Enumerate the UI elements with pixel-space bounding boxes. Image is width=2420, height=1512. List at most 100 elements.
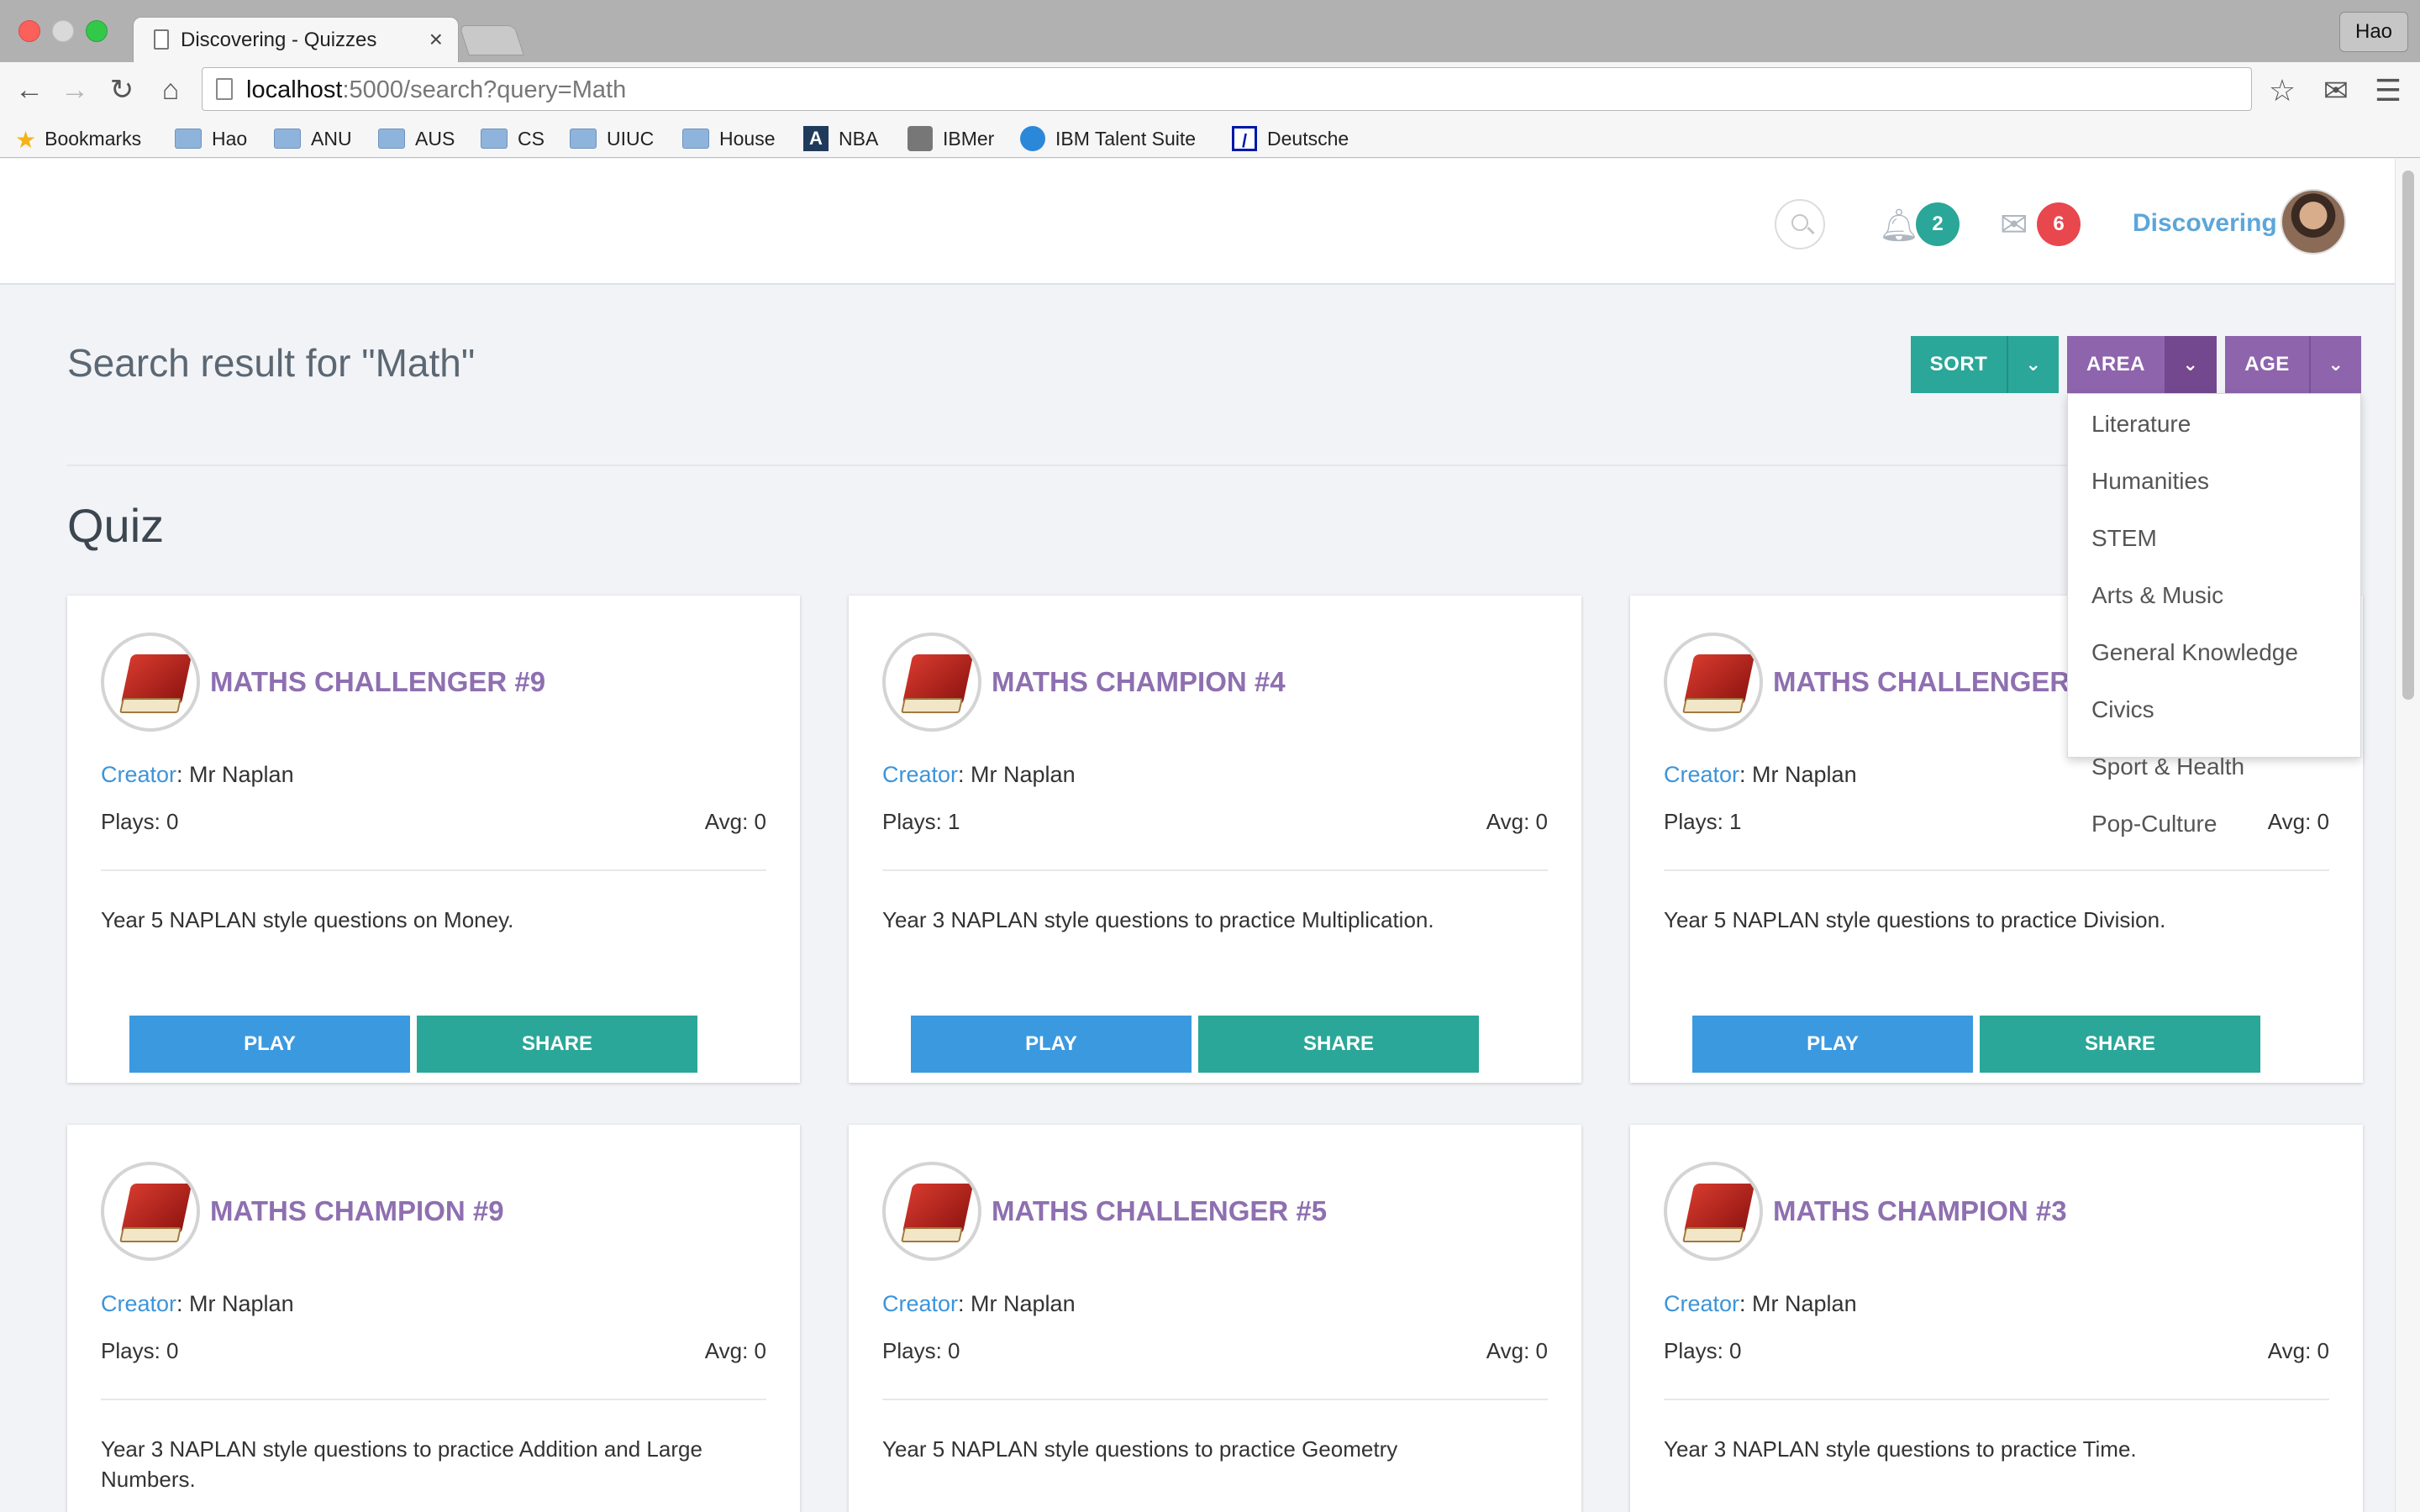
bookmark-aus[interactable]: AUS — [378, 124, 455, 153]
user-name-link[interactable]: Discovering — [2133, 209, 2277, 238]
window-zoom-button[interactable] — [86, 20, 108, 42]
quiz-title[interactable]: MATHS CHAMPION #9 — [210, 1195, 504, 1227]
back-arrow-icon[interactable]: ← — [10, 71, 49, 109]
area-button[interactable]: AREA — [2067, 336, 2165, 393]
quiz-title[interactable]: MATHS CHALLENGER #5 — [992, 1195, 1327, 1227]
creator-link[interactable]: Creator — [1664, 1291, 1739, 1316]
ibmer-icon — [908, 125, 933, 151]
search-button[interactable] — [1775, 199, 1825, 249]
bookmark-ibmer[interactable]: IBMer — [908, 124, 994, 153]
new-tab-button[interactable] — [459, 25, 524, 55]
creator-name: Mr Naplan — [971, 762, 1076, 787]
url-text[interactable]: localhost:5000/search?query=Math — [246, 76, 626, 104]
bookmark-label: Bookmarks — [45, 128, 142, 150]
bookmark-uiuc[interactable]: UIUC — [570, 124, 654, 153]
quiz-title[interactable]: MATHS CHALLENGER # — [1773, 666, 2093, 698]
bookmark-nba[interactable]: A NBA — [803, 124, 878, 153]
age-button[interactable]: AGE — [2225, 336, 2309, 393]
window-minimize-button[interactable] — [52, 20, 74, 42]
share-button[interactable]: SHARE — [417, 1016, 697, 1073]
scrollbar-thumb[interactable] — [2402, 171, 2414, 700]
notifications-badge[interactable]: 2 — [1916, 202, 1960, 246]
home-icon[interactable]: ⌂ — [151, 71, 190, 109]
quiz-title[interactable]: MATHS CHALLENGER #9 — [210, 666, 545, 698]
folder-icon — [274, 128, 301, 149]
chevron-down-icon[interactable]: ⌄ — [2309, 336, 2361, 393]
area-option-general-knowledge[interactable]: General Knowledge — [2091, 639, 2298, 666]
quiz-title[interactable]: MATHS CHAMPION #4 — [992, 666, 1286, 698]
bookmark-deutsche[interactable]: / Deutsche — [1232, 124, 1349, 153]
folder-icon — [378, 128, 405, 149]
bookmark-star-icon[interactable]: ☆ — [2262, 71, 2302, 111]
bookmark-house[interactable]: House — [682, 124, 775, 153]
area-option-stem[interactable]: STEM — [2091, 525, 2157, 552]
bookmark-bookmarks[interactable]: ★ Bookmarks — [15, 124, 141, 153]
folder-icon — [481, 128, 508, 149]
a-logo-icon: A — [803, 125, 829, 151]
area-option-civics[interactable]: Civics — [2091, 696, 2154, 723]
bookmark-cs[interactable]: CS — [481, 124, 544, 153]
quiz-creator: Creator: Mr Naplan — [882, 1291, 1076, 1316]
window-close-button[interactable] — [18, 20, 40, 42]
envelope-icon[interactable]: ✉ — [2000, 206, 2028, 244]
reload-icon[interactable]: ↻ — [103, 71, 141, 109]
quiz-plays: Plays: 0 — [101, 1338, 179, 1363]
chevron-down-icon[interactable]: ⌄ — [2165, 336, 2217, 393]
share-button[interactable]: SHARE — [1980, 1016, 2260, 1073]
share-button[interactable]: SHARE — [1198, 1016, 1479, 1073]
area-option-pop-culture[interactable]: Pop-Culture — [2091, 811, 2217, 837]
bookmark-hao[interactable]: Hao — [175, 124, 247, 153]
age-dropdown[interactable]: AGE ⌄ — [2225, 336, 2361, 393]
book-icon — [101, 1162, 200, 1261]
book-icon — [1664, 1162, 1763, 1261]
creator-link[interactable]: Creator — [101, 762, 176, 787]
page-viewport: 🔔︎ 2 ✉ 6 Discovering Search result for "… — [0, 159, 2395, 1512]
quiz-card: MATHS CHALLENGER #5 Creator: Mr Naplan P… — [849, 1125, 1581, 1512]
mail-extension-icon[interactable]: ✉ — [2316, 71, 2356, 111]
bookmark-label: CS — [518, 128, 544, 150]
quiz-plays: Plays: 0 — [1664, 1338, 1742, 1363]
bookmark-anu[interactable]: ANU — [274, 124, 352, 153]
sort-dropdown[interactable]: SORT ⌄ — [1911, 336, 2059, 393]
sort-button[interactable]: SORT — [1911, 336, 2007, 393]
area-option-literature[interactable]: Literature — [2091, 411, 2191, 438]
messages-badge[interactable]: 6 — [2037, 202, 2081, 246]
browser-tab-active[interactable]: Discovering - Quizzes × — [133, 17, 459, 62]
bookmark-ibm-talent-suite[interactable]: IBM Talent Suite — [1020, 124, 1196, 153]
profile-button[interactable]: Hao — [2339, 12, 2408, 52]
forward-arrow-icon[interactable]: → — [55, 71, 94, 109]
quiz-card: MATHS CHALLENGER #9 Creator: Mr Naplan P… — [67, 596, 800, 1083]
card-divider — [882, 1399, 1548, 1400]
bookmark-label: Deutsche — [1267, 128, 1349, 150]
play-button[interactable]: PLAY — [911, 1016, 1192, 1073]
quiz-description: Year 5 NAPLAN style questions to practic… — [1664, 907, 2166, 932]
folder-icon — [175, 128, 202, 149]
area-dropdown[interactable]: AREA ⌄ — [2067, 336, 2217, 393]
chevron-down-icon[interactable]: ⌄ — [2007, 336, 2059, 393]
page-scrollbar[interactable] — [2395, 159, 2420, 1512]
area-option-sport-health[interactable]: Sport & Health — [2091, 753, 2244, 780]
area-option-arts-music[interactable]: Arts & Music — [2091, 582, 2223, 609]
page-info-icon[interactable] — [216, 78, 233, 100]
browser-titlebar: Discovering - Quizzes × Hao — [0, 0, 2420, 62]
menu-icon[interactable]: ☰ — [2368, 71, 2408, 111]
bookmark-label: Hao — [212, 128, 248, 150]
creator-link[interactable]: Creator — [882, 1291, 958, 1316]
creator-name: Mr Naplan — [189, 1291, 294, 1316]
creator-link[interactable]: Creator — [882, 762, 958, 787]
avatar[interactable] — [2281, 189, 2346, 255]
folder-icon — [682, 128, 709, 149]
creator-link[interactable]: Creator — [1664, 762, 1739, 787]
creator-link[interactable]: Creator — [101, 1291, 176, 1316]
address-bar[interactable]: localhost:5000/search?query=Math — [202, 67, 2252, 111]
play-button[interactable]: PLAY — [1692, 1016, 1973, 1073]
area-option-humanities[interactable]: Humanities — [2091, 468, 2209, 495]
browser-toolbar: ← → ↻ ⌂ localhost:5000/search?query=Math… — [0, 62, 2420, 119]
card-divider — [1664, 869, 2329, 871]
quiz-title[interactable]: MATHS CHAMPION #3 — [1773, 1195, 2067, 1227]
tab-close-icon[interactable]: × — [429, 26, 443, 53]
play-button[interactable]: PLAY — [129, 1016, 410, 1073]
bell-icon[interactable]: 🔔︎ — [1879, 207, 1919, 244]
bookmark-label: AUS — [415, 128, 455, 150]
url-host: localhost — [246, 76, 343, 103]
